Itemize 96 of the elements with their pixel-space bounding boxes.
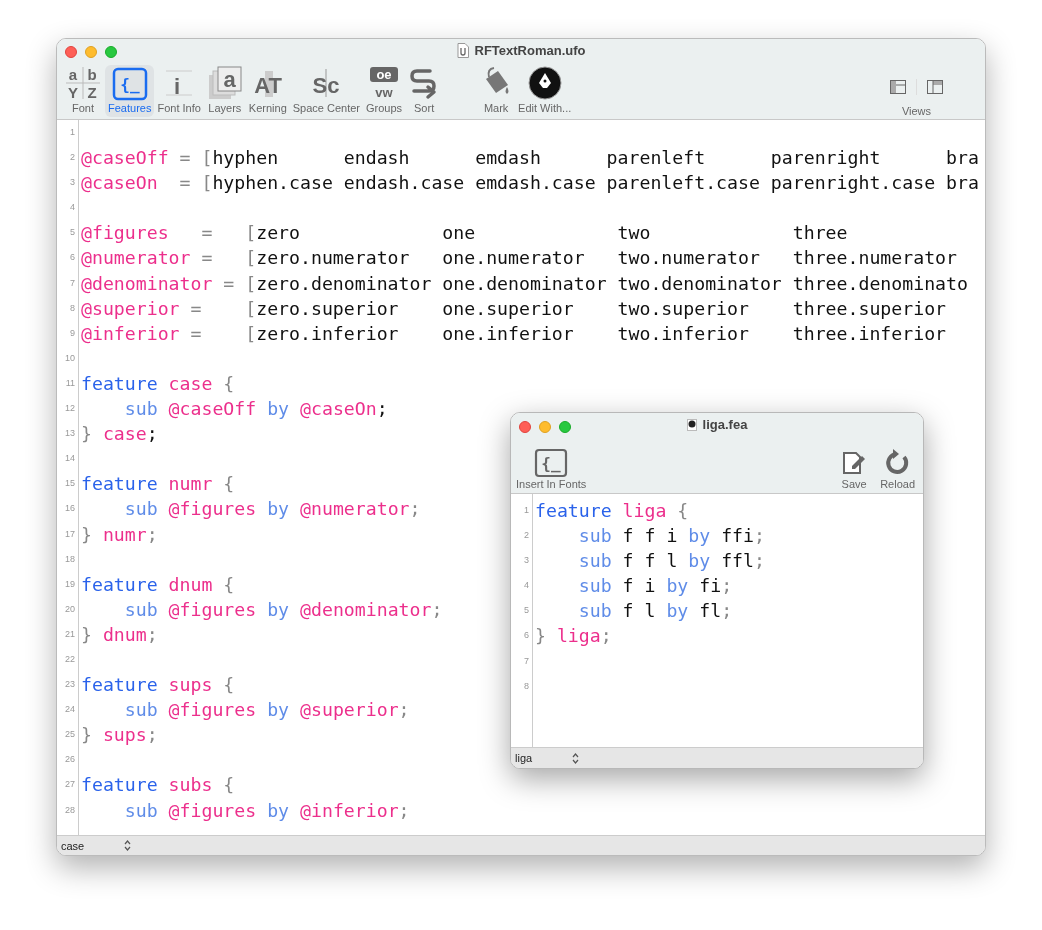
- line-number: 24: [64, 703, 75, 715]
- code-line: sub @figures by @superior;: [123, 698, 410, 723]
- line-number: 5: [69, 226, 75, 238]
- code-line: @caseOff = [hyphen endash emdash parenleft parenright bra: [81, 146, 979, 171]
- document-icon: [456, 43, 469, 58]
- code-line: sub f f i by ffi;: [577, 524, 765, 549]
- sidebar-view-icon[interactable]: [890, 80, 906, 94]
- code-line: } sups;: [81, 723, 158, 748]
- toolbar-tab[interactable]: oe vw Groups: [363, 65, 406, 117]
- views-label: Views: [901, 105, 932, 117]
- code-line: feature liga {: [535, 499, 689, 523]
- line-number: 26: [64, 753, 75, 765]
- toolbar-button[interactable]: {_ Insert In Fonts: [513, 441, 590, 493]
- window-title: liga.fea: [702, 417, 748, 432]
- braces-icon: {_: [534, 448, 569, 478]
- braces-icon: {_: [111, 67, 148, 101]
- toolbar-tab[interactable]: {_ Features: [105, 65, 155, 117]
- line-number: 18: [64, 552, 75, 564]
- line-number: 22: [64, 652, 75, 664]
- line-number: 7: [69, 276, 75, 288]
- line-number: 19: [64, 577, 75, 589]
- toolbar-button[interactable]: Save: [834, 441, 875, 493]
- minimize-button[interactable]: [85, 46, 97, 58]
- line-number: 5: [523, 604, 529, 616]
- code-line: feature case {: [81, 371, 235, 396]
- zoom-button[interactable]: [105, 46, 117, 58]
- code-line: @superior = [zero.superior one.superior two.superior three.superior: [81, 296, 947, 321]
- line-number: 1: [69, 126, 75, 137]
- line-number: 11: [64, 376, 75, 388]
- line-number: 2: [523, 529, 529, 541]
- line-number: 3: [523, 554, 529, 566]
- line-number: 9: [69, 326, 75, 338]
- line-number: 17: [64, 527, 75, 539]
- line-number: 28: [64, 803, 75, 815]
- close-button[interactable]: [65, 46, 77, 58]
- code-line: feature dnum {: [81, 572, 235, 597]
- line-number: 4: [523, 579, 529, 591]
- toolbar-button[interactable]: Edit With...: [515, 65, 575, 117]
- line-number: 27: [64, 778, 75, 790]
- toolbar-button[interactable]: Mark: [477, 65, 516, 117]
- line-number: 4: [69, 201, 75, 213]
- line-number: 20: [64, 602, 75, 614]
- code-line: @figures = [zero one two three: [81, 221, 848, 246]
- line-number: 3: [69, 176, 75, 188]
- chevron-updown-icon: [124, 840, 132, 851]
- line-number: 21: [64, 627, 75, 639]
- line-number: 2: [69, 151, 75, 163]
- code-line: } case;: [81, 422, 158, 447]
- window-title: RFTextRoman.ufo: [474, 43, 586, 58]
- line-number: 16: [64, 502, 75, 514]
- line-number: 6: [69, 251, 75, 263]
- code-line: @numerator = [zero.numerator one.numerator two.numerator three.numerator: [81, 246, 957, 271]
- code-line: } liga;: [535, 624, 612, 649]
- code-line: sub f f l by ffl;: [577, 549, 765, 574]
- code-line: sub @figures by @denominator;: [123, 597, 443, 622]
- line-number: 7: [523, 654, 529, 666]
- code-line: feature numr {: [81, 472, 235, 497]
- code-line: @caseOn = [hyphen.case endash.case emdash.case parenleft.case parenright.case bra: [81, 171, 979, 196]
- line-number: 15: [64, 477, 75, 489]
- code-line: sub f l by fl;: [577, 599, 733, 624]
- line-number: 13: [64, 427, 75, 439]
- code-line: feature subs {: [81, 773, 235, 798]
- line-number: 25: [64, 728, 75, 740]
- panel-view-icon[interactable]: [927, 80, 943, 94]
- document-icon: [686, 418, 697, 431]
- line-number: 8: [523, 679, 529, 691]
- feature-popup[interactable]: case: [57, 839, 136, 852]
- line-number: 8: [69, 301, 75, 313]
- code-line: feature sups {: [81, 673, 235, 698]
- feature-popup[interactable]: liga: [511, 752, 584, 764]
- toolbar-tab[interactable]: a b Y Z Font: [61, 65, 105, 117]
- toolbar-tab[interactable]: Sort: [405, 65, 444, 117]
- code-line: } numr;: [81, 522, 158, 547]
- toolbar-tab[interactable]: a Layers: [203, 65, 246, 117]
- line-number: 23: [64, 678, 75, 690]
- toolbar-tab[interactable]: AT Kerning: [245, 65, 290, 117]
- code-line: @denominator = [zero.denominator one.denominator two.denominator three.denominato: [81, 271, 968, 296]
- toolbar-tab[interactable]: Sc Space Center: [289, 65, 364, 117]
- line-number: 1: [523, 504, 529, 515]
- code-line: } dnum;: [81, 622, 158, 647]
- code-line: sub f i by fi;: [577, 574, 733, 599]
- code-line: @inferior = [zero.inferior one.inferior two.inferior three.inferior: [81, 321, 947, 346]
- toolbar-button[interactable]: Reload: [874, 441, 921, 493]
- pen-nib-icon: [526, 65, 563, 101]
- minimize-button[interactable]: [539, 421, 551, 433]
- zoom-button[interactable]: [559, 421, 571, 433]
- line-number: 12: [64, 402, 75, 414]
- toolbar-tab[interactable]: i Font Info: [154, 65, 204, 117]
- line-number: 14: [64, 452, 75, 464]
- code-line: sub @caseOff by @caseOn;: [123, 397, 388, 422]
- code-line: sub @figures by @inferior;: [123, 798, 410, 823]
- code-line: sub @figures by @numerator;: [123, 497, 421, 522]
- line-number: 6: [523, 629, 529, 641]
- close-button[interactable]: [519, 421, 531, 433]
- chevron-updown-icon: [572, 752, 580, 764]
- line-number: 10: [64, 351, 75, 363]
